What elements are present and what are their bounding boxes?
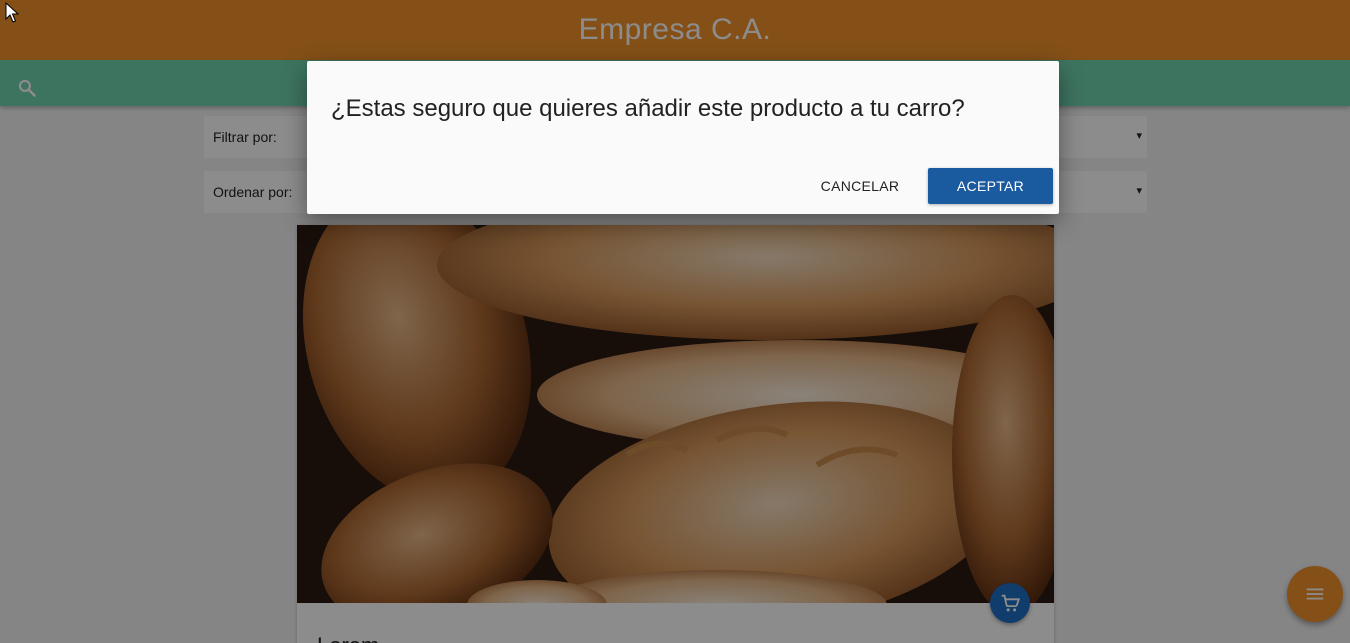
accept-button[interactable]: ACEPTAR: [928, 168, 1053, 204]
mouse-cursor-icon: [5, 2, 19, 23]
confirm-dialog: ¿Estas seguro que quieres añadir este pr…: [307, 61, 1059, 214]
cancel-button[interactable]: CANCELAR: [809, 168, 911, 204]
app-root: Empresa C.A. Filtrar por: ▾ Ordenar por:…: [0, 0, 1350, 643]
dialog-message: ¿Estas seguro que quieres añadir este pr…: [331, 95, 965, 122]
